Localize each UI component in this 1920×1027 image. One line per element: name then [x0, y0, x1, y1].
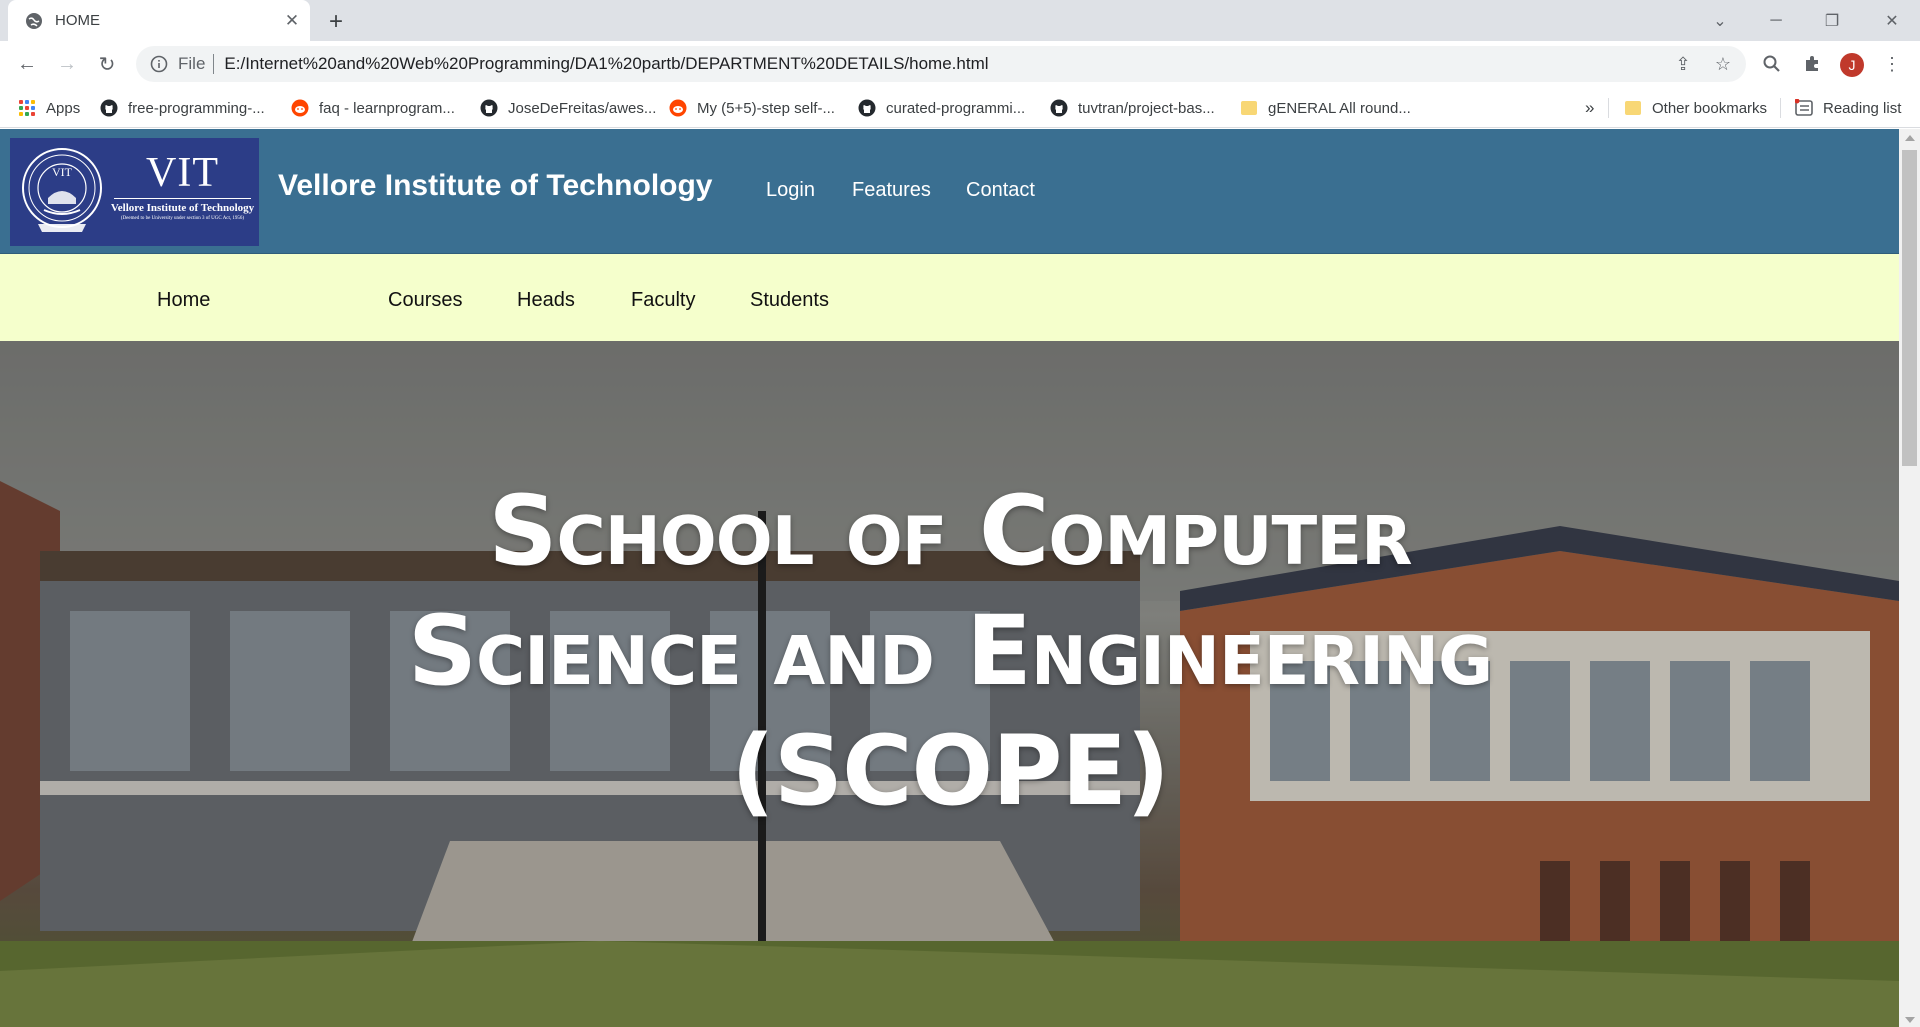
- address-bar[interactable]: File E:/Internet%20and%20Web%20Programmi…: [136, 46, 1746, 82]
- globe-icon: [25, 12, 43, 30]
- extensions-icon[interactable]: [1798, 50, 1826, 78]
- bookmark-folder[interactable]: gENERAL All round...: [1240, 95, 1411, 121]
- bookmark-item[interactable]: curated-programmi...: [858, 95, 1025, 121]
- logo-vit: VIT: [146, 150, 219, 196]
- github-icon: [100, 99, 118, 117]
- hero-banner: School of Computer Science and Engineeri…: [0, 341, 1899, 1027]
- tab-strip: HOME ✕ + ⌄ ─ ❐ ✕: [0, 0, 1920, 41]
- apps-icon: [18, 99, 36, 117]
- subnav-students[interactable]: Students: [750, 289, 829, 312]
- bookmark-item[interactable]: faq - learnprogram...: [291, 95, 455, 121]
- folder-icon: [1240, 99, 1258, 117]
- bookmark-label: free-programming-...: [128, 99, 265, 117]
- close-window-icon[interactable]: ✕: [1864, 0, 1920, 41]
- back-icon[interactable]: ←: [13, 50, 41, 78]
- subnav-heads[interactable]: Heads: [517, 289, 575, 312]
- bookmark-star-icon[interactable]: ☆: [1708, 46, 1738, 82]
- browser-tab[interactable]: HOME ✕: [8, 0, 310, 41]
- scroll-thumb[interactable]: [1902, 150, 1917, 466]
- reddit-icon: [669, 99, 687, 117]
- scroll-up-icon[interactable]: [1905, 135, 1915, 141]
- bookmark-apps[interactable]: Apps: [18, 95, 80, 121]
- vit-seal-icon: VIT: [22, 148, 102, 232]
- close-tab-icon[interactable]: ✕: [282, 11, 302, 31]
- page-scrollbar[interactable]: [1899, 129, 1920, 1027]
- minimize-icon[interactable]: ─: [1748, 0, 1804, 41]
- new-tab-button[interactable]: +: [322, 8, 350, 36]
- subnav-faculty[interactable]: Faculty: [631, 289, 695, 312]
- tab-title: HOME: [55, 12, 100, 29]
- site-title: Vellore Institute of Technology: [278, 169, 713, 202]
- hero-title: School of Computer Science and Engineeri…: [407, 475, 1493, 827]
- bookmark-item[interactable]: tuvtran/project-bas...: [1050, 95, 1215, 121]
- tab-search-icon[interactable]: ⌄: [1692, 0, 1748, 41]
- subnav-home[interactable]: Home: [157, 289, 210, 312]
- menu-icon[interactable]: ⋮: [1878, 50, 1906, 78]
- url-text[interactable]: E:/Internet%20and%20Web%20Programming/DA…: [224, 54, 988, 74]
- reddit-icon: [291, 99, 309, 117]
- restore-icon[interactable]: ❐: [1804, 0, 1860, 41]
- other-bookmarks[interactable]: Other bookmarks: [1624, 95, 1767, 121]
- bookmark-item[interactable]: JoseDeFreitas/awes...: [480, 95, 656, 121]
- nav-login[interactable]: Login: [766, 179, 815, 202]
- bookmark-label: gENERAL All round...: [1268, 99, 1411, 117]
- browser-toolbar: ← → ↻ File E:/Internet%20and%20Web%20Pro…: [0, 41, 1920, 87]
- info-icon[interactable]: [150, 55, 168, 73]
- reading-list-icon: [1795, 99, 1813, 117]
- logo-name: Vellore Institute of Technology: [110, 202, 255, 214]
- bookmark-label: Apps: [46, 99, 81, 117]
- logo-divider: [114, 198, 251, 199]
- reading-list-label: Reading list: [1823, 99, 1902, 117]
- github-icon: [1050, 99, 1068, 117]
- bookmarks-overflow-button[interactable]: »: [1585, 95, 1594, 121]
- bookmark-item[interactable]: My (5+5)-step self-...: [669, 95, 835, 121]
- share-icon[interactable]: ⇪: [1668, 46, 1698, 82]
- forward-icon[interactable]: →: [53, 50, 81, 78]
- reload-icon[interactable]: ↻: [93, 50, 121, 78]
- omnibox-separator: [213, 54, 215, 74]
- nav-contact[interactable]: Contact: [966, 179, 1035, 202]
- file-label: File: [178, 54, 206, 73]
- logo-subtitle: (Deemed to be University under section 3…: [120, 216, 245, 221]
- bookmark-item[interactable]: free-programming-...: [100, 95, 265, 121]
- github-icon: [480, 99, 498, 117]
- profile-avatar[interactable]: J: [1840, 53, 1864, 77]
- bookmark-label: faq - learnprogram...: [319, 99, 455, 117]
- bookmark-label: curated-programmi...: [886, 99, 1026, 117]
- department-nav: Home Courses Heads Faculty Students: [0, 254, 1899, 341]
- site-header: VIT VIT Vellore Institute of Technology …: [0, 129, 1899, 254]
- bookmark-label: My (5+5)-step self-...: [697, 99, 835, 117]
- bookmarks-bar: Apps free-programming-... faq - learnpro…: [0, 87, 1920, 128]
- nav-features[interactable]: Features: [852, 179, 931, 202]
- bookmark-label: JoseDeFreitas/awes...: [508, 99, 657, 117]
- subnav-courses[interactable]: Courses: [388, 289, 462, 312]
- bookmark-label: tuvtran/project-bas...: [1078, 99, 1215, 117]
- scroll-down-icon[interactable]: [1905, 1017, 1915, 1023]
- search-icon[interactable]: [1758, 50, 1786, 78]
- bookmarks-divider: [1780, 98, 1781, 118]
- vit-logo[interactable]: VIT VIT Vellore Institute of Technology …: [10, 138, 259, 246]
- page-viewport: VIT VIT Vellore Institute of Technology …: [0, 129, 1899, 1027]
- reading-list[interactable]: Reading list: [1795, 95, 1901, 121]
- logo-wordmark: VIT Vellore Institute of Technology (Dee…: [110, 150, 255, 221]
- bookmarks-divider: [1608, 98, 1609, 118]
- other-bookmarks-label: Other bookmarks: [1652, 99, 1768, 117]
- svg-text:VIT: VIT: [52, 165, 73, 179]
- folder-icon: [1624, 99, 1642, 117]
- github-icon: [858, 99, 876, 117]
